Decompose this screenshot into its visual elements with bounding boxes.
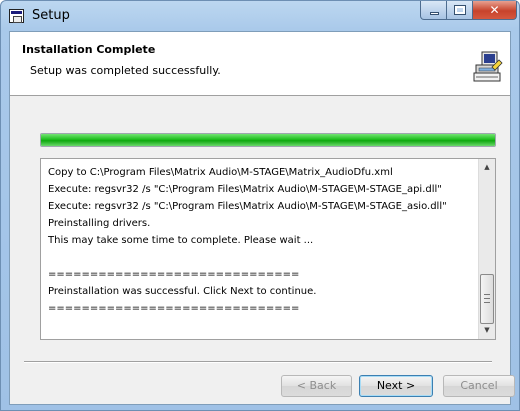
cancel-button[interactable]: Cancel [443, 375, 515, 397]
header-panel: Installation Complete Setup was complete… [10, 32, 510, 96]
log-line: Preinstallation was successful. Click Ne… [48, 286, 317, 297]
setup-window: Setup ✕ Installation Complete Setup was … [0, 0, 520, 411]
page-title: Installation Complete [22, 43, 156, 56]
scroll-up-arrow-icon[interactable]: ▲ [479, 159, 495, 176]
title-bar[interactable]: Setup ✕ [1, 1, 519, 31]
page-subtitle: Setup was completed successfully. [30, 64, 221, 77]
minimize-icon [430, 12, 439, 15]
log-line: Execute: regsvr32 /s "C:\Program Files\M… [48, 201, 447, 212]
next-button[interactable]: Next > [359, 375, 433, 397]
log-line: Preinstalling drivers. [48, 218, 151, 229]
dialog-body: Installation Complete Setup was complete… [9, 31, 515, 405]
window-title: Setup [32, 8, 70, 23]
back-button[interactable]: < Back [281, 375, 352, 397]
close-icon: ✕ [489, 3, 500, 17]
scroll-down-arrow-icon[interactable]: ▼ [479, 322, 495, 339]
maximize-icon [454, 5, 466, 15]
minimize-button[interactable] [420, 1, 447, 20]
log-line: Execute: regsvr32 /s "C:\Program Files\M… [48, 184, 442, 195]
maximize-button[interactable] [447, 1, 473, 20]
log-line: This may take some time to complete. Ple… [48, 235, 314, 246]
grip-icon [484, 294, 490, 303]
progress-fill [41, 134, 495, 146]
setup-window-icon[interactable] [9, 9, 24, 23]
computer-setup-icon [473, 51, 503, 82]
log-line: ============================== [48, 303, 300, 314]
footer-separator [24, 361, 492, 363]
install-progress-bar [40, 133, 496, 147]
install-log[interactable]: Copy to C:\Program Files\Matrix Audio\M-… [40, 158, 496, 340]
close-button[interactable]: ✕ [473, 1, 517, 20]
log-scrollbar[interactable]: ▲ ▼ [478, 159, 495, 339]
scroll-thumb[interactable] [480, 274, 494, 324]
log-line: ============================== [48, 269, 300, 280]
log-line: Copy to C:\Program Files\Matrix Audio\M-… [48, 167, 393, 178]
